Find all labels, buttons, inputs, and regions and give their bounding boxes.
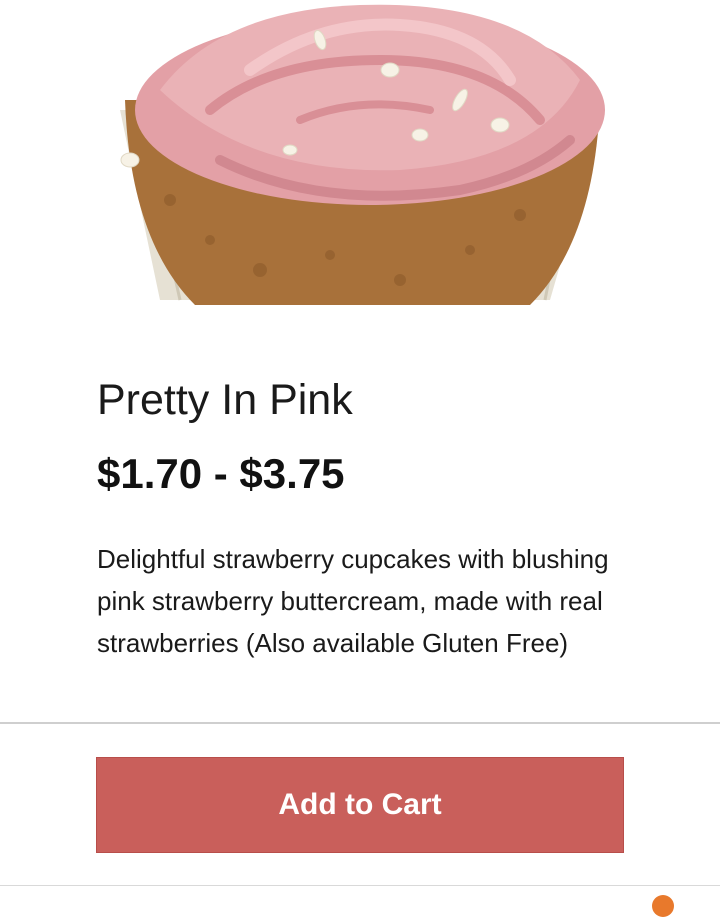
- chat-bubble-icon[interactable]: [652, 895, 674, 917]
- divider: [0, 722, 720, 724]
- product-title: Pretty In Pink: [97, 376, 353, 424]
- product-image[interactable]: [100, 0, 620, 310]
- product-price: $1.70 - $3.75: [97, 450, 345, 497]
- add-to-cart-button[interactable]: Add to Cart: [96, 757, 624, 853]
- product-card: Pretty In Pink $1.70 - $3.75 Delightful …: [0, 0, 720, 885]
- page-background-strip: [0, 885, 720, 900]
- product-info: Pretty In Pink $1.70 - $3.75 Delightful …: [97, 372, 657, 664]
- product-description: Delightful strawberry cupcakes with blus…: [97, 544, 609, 658]
- cupcake-illustration: [120, 4, 605, 305]
- frosting-swirl: [135, 4, 605, 205]
